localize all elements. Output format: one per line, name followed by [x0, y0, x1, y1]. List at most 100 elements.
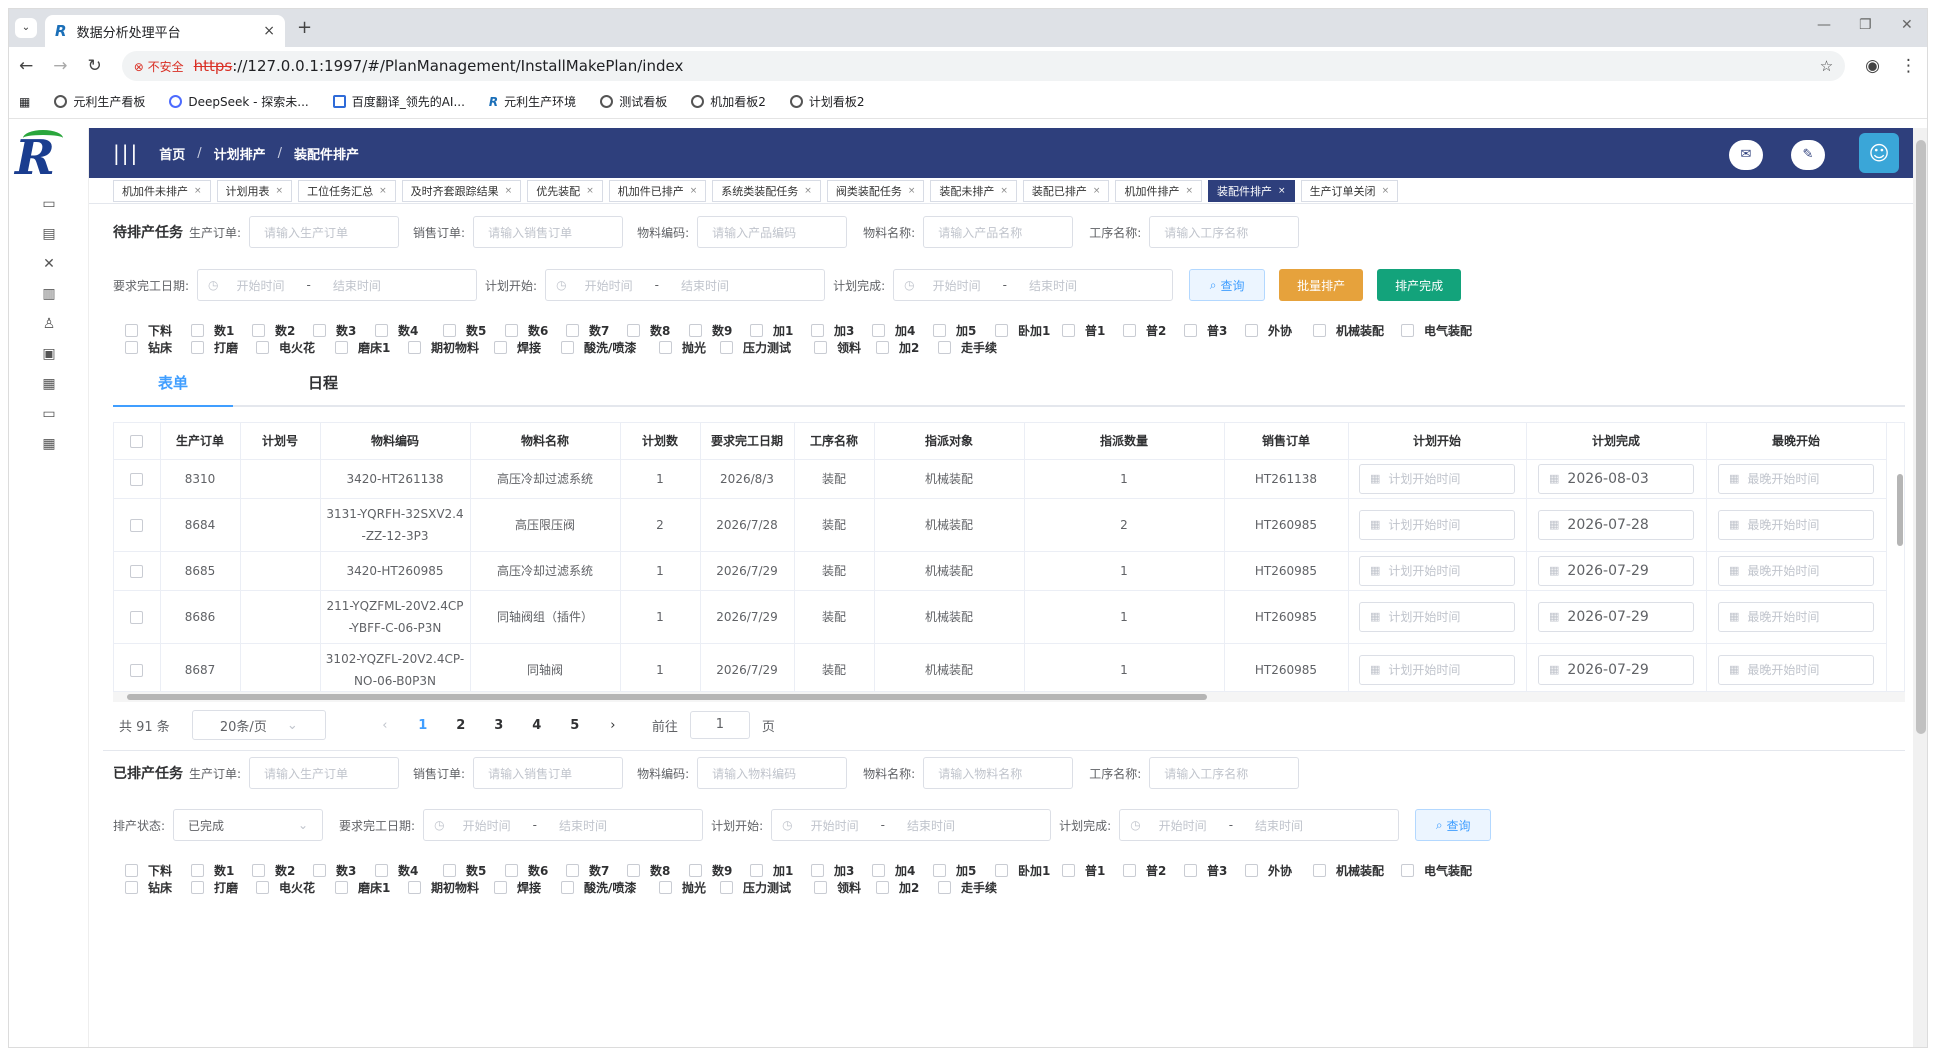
- checkbox-box[interactable]: [876, 341, 889, 354]
- bookmark-item[interactable]: R 元利生产环境: [489, 93, 576, 110]
- filter-checkbox[interactable]: 加2: [876, 339, 919, 356]
- table-vertical-scrollbar[interactable]: [1895, 432, 1905, 694]
- filter-checkbox[interactable]: 焊接: [494, 879, 541, 896]
- new-tab-icon[interactable]: +: [297, 17, 312, 38]
- filter-checkbox[interactable]: 普2: [1123, 322, 1166, 339]
- checkbox-box[interactable]: [505, 864, 518, 877]
- page-size-select[interactable]: 20条/页 ⌄: [191, 710, 326, 740]
- checkbox-box[interactable]: [313, 864, 326, 877]
- filter-checkbox[interactable]: 磨床1: [335, 879, 390, 896]
- name-input[interactable]: 请输入产品名称: [923, 216, 1074, 248]
- checkbox-box[interactable]: [443, 864, 456, 877]
- checkbox-box[interactable]: [1245, 864, 1258, 877]
- material-input[interactable]: 请输入物料编码: [697, 757, 848, 789]
- checkbox-box[interactable]: [933, 864, 946, 877]
- tag-close-icon[interactable]: ×: [276, 186, 284, 196]
- plan-end-picker[interactable]: ▦ 2026-08-03: [1538, 463, 1694, 494]
- tab-form[interactable]: 表单: [113, 363, 233, 407]
- tag-close-icon[interactable]: ×: [379, 186, 387, 196]
- table-row[interactable]: 8685 3420-HT260985 高压冷却过滤系统 1 2026/7/29 装配 机械装…: [114, 551, 1887, 591]
- filter-checkbox[interactable]: 下料: [125, 322, 172, 339]
- table-row[interactable]: 8686 211-YQZFML-20V2.4CP-YBFF-C-06-P3N 同轴阀…: [114, 590, 1887, 644]
- name-input[interactable]: 请输入物料名称: [923, 757, 1074, 789]
- filter-checkbox[interactable]: 加2: [876, 879, 919, 896]
- checkbox-box[interactable]: [1313, 864, 1326, 877]
- material-input[interactable]: 请输入产品编码: [697, 216, 848, 248]
- checkbox-box[interactable]: [872, 324, 885, 337]
- filter-checkbox[interactable]: 数6: [505, 322, 548, 339]
- filter-checkbox[interactable]: 普1: [1062, 322, 1105, 339]
- order-input[interactable]: 请输入生产订单: [249, 216, 400, 248]
- tag-view-item[interactable]: 工位任务汇总 ×: [298, 179, 396, 202]
- filter-checkbox[interactable]: 抛光: [659, 339, 706, 356]
- checkbox-box[interactable]: [313, 324, 326, 337]
- tag-view-item[interactable]: 装配件排产 ×: [1208, 179, 1295, 202]
- checkbox-box[interactable]: [720, 341, 733, 354]
- checkbox-box[interactable]: [256, 341, 269, 354]
- checkbox-box[interactable]: [335, 881, 348, 894]
- filter-checkbox[interactable]: 普3: [1184, 862, 1227, 879]
- tag-view-item[interactable]: 系统类装配任务 ×: [712, 179, 821, 202]
- filter-checkbox[interactable]: 数2: [252, 862, 295, 879]
- filter-checkbox[interactable]: 领料: [814, 339, 861, 356]
- checkbox-box[interactable]: [1184, 324, 1197, 337]
- filter-checkbox[interactable]: 数2: [252, 322, 295, 339]
- filter-checkbox[interactable]: 电火花: [256, 879, 315, 896]
- filter-checkbox[interactable]: 抛光: [659, 879, 706, 896]
- prev-page-icon[interactable]: ‹: [366, 718, 404, 733]
- checkbox-box[interactable]: [408, 881, 421, 894]
- plan-start-picker[interactable]: ▦ 计划开始时间: [1359, 555, 1515, 586]
- filter-checkbox[interactable]: 普3: [1184, 322, 1227, 339]
- tag-close-icon[interactable]: ×: [586, 186, 594, 196]
- checkbox-box[interactable]: [191, 324, 204, 337]
- filter-checkbox[interactable]: 数4: [375, 862, 418, 879]
- checkbox-box[interactable]: [125, 341, 138, 354]
- scheduled-query-button[interactable]: ⌕ 查询: [1415, 809, 1492, 841]
- bookmark-item[interactable]: 测试看板: [600, 93, 667, 110]
- pending-query-button[interactable]: ⌕ 查询: [1189, 269, 1266, 301]
- checkbox-box[interactable]: [408, 341, 421, 354]
- back-icon[interactable]: ←: [19, 56, 33, 76]
- filter-checkbox[interactable]: 下料: [125, 862, 172, 879]
- checkbox-box[interactable]: [561, 341, 574, 354]
- list-icon[interactable]: ▦: [39, 374, 59, 394]
- checkbox-box[interactable]: [125, 864, 138, 877]
- page-number[interactable]: 5: [556, 718, 594, 733]
- plan-end-range[interactable]: ◷ 开始时间 - 结束时间: [893, 269, 1174, 301]
- page-number[interactable]: 3: [480, 718, 518, 733]
- edit-icon[interactable]: ✎: [1791, 140, 1825, 170]
- filter-checkbox[interactable]: 外协: [1245, 322, 1292, 339]
- filter-checkbox[interactable]: 电气装配: [1401, 322, 1472, 339]
- plan-start-range[interactable]: ◷ 开始时间 - 结束时间: [771, 809, 1052, 841]
- tag-view-item[interactable]: 机加件已排产 ×: [608, 179, 707, 202]
- due-date-range[interactable]: ◷ 开始时间 - 结束时间: [423, 809, 704, 841]
- page-number[interactable]: 2: [442, 718, 480, 733]
- tag-close-icon[interactable]: ×: [1382, 186, 1390, 196]
- tab-close-icon[interactable]: ×: [263, 23, 275, 39]
- tag-close-icon[interactable]: ×: [1000, 186, 1008, 196]
- apps-grid-icon[interactable]: ▦: [19, 95, 30, 109]
- filter-checkbox[interactable]: 加4: [872, 862, 915, 879]
- filter-checkbox[interactable]: 焊接: [494, 339, 541, 356]
- plan-end-picker[interactable]: ▦ 2026-07-28: [1538, 509, 1694, 540]
- filter-checkbox[interactable]: 期初物料: [408, 879, 479, 896]
- page-number[interactable]: 4: [518, 718, 556, 733]
- next-page-icon[interactable]: ›: [594, 718, 632, 733]
- bookmark-star-icon[interactable]: ☆: [1820, 57, 1833, 75]
- filter-checkbox[interactable]: 加1: [750, 322, 793, 339]
- tag-view-item[interactable]: 机加件未排产 ×: [113, 179, 211, 202]
- latest-start-picker[interactable]: ▦ 最晚开始时间: [1718, 555, 1874, 586]
- checkbox-box[interactable]: [1123, 324, 1136, 337]
- checkbox-box[interactable]: [252, 324, 265, 337]
- latest-start-picker[interactable]: ▦ 最晚开始时间: [1718, 509, 1874, 540]
- checkbox-box[interactable]: [933, 324, 946, 337]
- filter-checkbox[interactable]: 加5: [933, 322, 976, 339]
- page-scrollbar[interactable]: [1913, 128, 1927, 1047]
- checkbox-box[interactable]: [1123, 864, 1136, 877]
- latest-start-picker[interactable]: ▦ 最晚开始时间: [1718, 463, 1874, 494]
- checkbox-box[interactable]: [872, 864, 885, 877]
- window-close-icon[interactable]: ✕: [1901, 17, 1913, 33]
- plan-start-picker[interactable]: ▦ 计划开始时间: [1359, 601, 1515, 632]
- latest-start-picker[interactable]: ▦ 最晚开始时间: [1718, 601, 1874, 632]
- checkbox-box[interactable]: [659, 881, 672, 894]
